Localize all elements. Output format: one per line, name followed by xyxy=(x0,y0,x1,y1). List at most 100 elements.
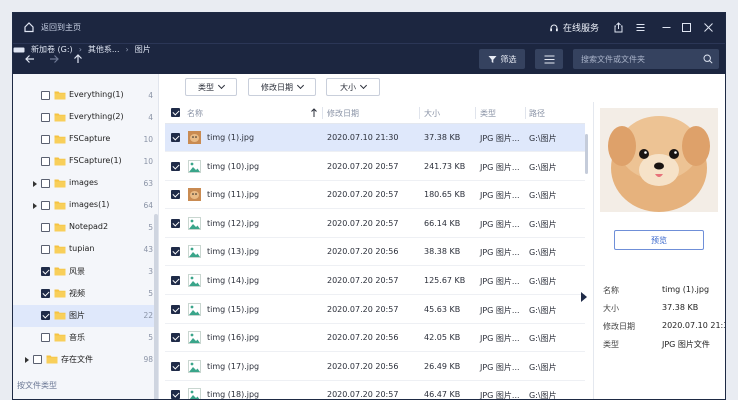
sidebar-item[interactable]: images(1) 64 xyxy=(13,195,158,217)
sort-ascending-icon[interactable] xyxy=(310,108,318,118)
folder-checkbox[interactable] xyxy=(41,113,50,122)
file-size: 42.05 KB xyxy=(424,333,461,343)
sidebar-item[interactable]: FSCapture(1) 10 xyxy=(13,151,158,173)
preview-panel: 预览 名称 timg (1).jpg 大小 37.38 KB 修改日期 2020.07.1… xyxy=(593,102,725,399)
sidebar-item[interactable]: 视频 5 xyxy=(13,283,158,305)
forward-button[interactable] xyxy=(47,52,61,66)
column-header-date[interactable]: 修改日期 xyxy=(327,108,359,119)
table-row[interactable]: timg (1).jpg 2020.07.10 21:30 37.38 KB JPG … xyxy=(165,124,585,152)
filter-button[interactable]: 筛选 xyxy=(479,49,525,69)
file-size: 45.63 KB xyxy=(424,304,461,314)
close-button[interactable] xyxy=(701,20,715,34)
maximize-button[interactable] xyxy=(679,20,693,34)
size-filter-dropdown[interactable]: 大小 xyxy=(326,78,380,96)
file-name: timg (18).jpg xyxy=(207,390,260,400)
row-checkbox[interactable] xyxy=(171,390,180,399)
table-row[interactable]: timg (13).jpg 2020.07.20 20:56 38.38 KB JPG… xyxy=(165,238,585,267)
folder-checkbox[interactable] xyxy=(41,179,50,188)
date-filter-dropdown[interactable]: 修改日期 xyxy=(248,78,316,96)
sidebar-item[interactable]: 风景 3 xyxy=(13,261,158,283)
sidebar-item[interactable]: 图片 22 xyxy=(13,305,158,327)
sidebar-scrollbar[interactable] xyxy=(154,214,158,399)
online-service-button[interactable]: 在线服务 xyxy=(549,21,599,34)
folder-checkbox[interactable] xyxy=(41,91,50,100)
search-icon[interactable] xyxy=(703,54,713,64)
sidebar-item-label: 音乐 xyxy=(69,333,85,342)
sidebar-item[interactable]: Everything(2) 4 xyxy=(13,107,158,129)
expand-caret-icon[interactable] xyxy=(25,357,29,363)
table-row[interactable]: timg (12).jpg 2020.07.20 20:57 66.14 KB JPG… xyxy=(165,210,585,238)
table-row[interactable]: timg (17).jpg 2020.07.20 20:56 26.49 KB JPG… xyxy=(165,353,585,381)
back-button[interactable] xyxy=(23,52,37,66)
back-to-home-link[interactable]: 返回到主页 xyxy=(41,22,81,33)
file-path: G:\图片 xyxy=(529,219,557,229)
file-size: 38.38 KB xyxy=(424,247,461,257)
column-header-path[interactable]: 路径 xyxy=(529,108,545,119)
sidebar-item[interactable]: 音乐 5 xyxy=(13,327,158,349)
file-path: G:\图片 xyxy=(529,191,557,201)
arrow-right-icon xyxy=(50,55,59,63)
sidebar-type-item-pictures[interactable]: 图片262 xyxy=(13,394,158,399)
up-button[interactable] xyxy=(71,52,85,66)
file-path: G:\图片 xyxy=(529,334,557,344)
type-filter-dropdown[interactable]: 类型 xyxy=(185,78,237,96)
search-input[interactable] xyxy=(573,49,719,69)
row-checkbox[interactable] xyxy=(171,133,180,142)
expand-caret-icon[interactable] xyxy=(33,181,37,187)
menu-button[interactable] xyxy=(633,20,647,34)
table-row[interactable]: timg (14).jpg 2020.07.20 20:57 125.67 KB JP… xyxy=(165,267,585,295)
home-icon[interactable] xyxy=(23,21,35,33)
preview-button[interactable]: 预览 xyxy=(614,230,704,250)
breadcrumb-item-pictures[interactable]: 图片 xyxy=(135,44,151,55)
row-checkbox[interactable] xyxy=(171,333,180,343)
expand-caret-icon[interactable] xyxy=(33,203,37,209)
table-row[interactable]: timg (10).jpg 2020.07.20 20:57 241.73 KB JP… xyxy=(165,153,585,181)
folder-checkbox[interactable] xyxy=(41,333,50,342)
table-row[interactable]: timg (16).jpg 2020.07.20 20:56 42.05 KB JPG… xyxy=(165,324,585,353)
table-row[interactable]: timg (11).jpg 2020.07.20 20:57 180.65 KB JP… xyxy=(165,181,585,210)
folder-checkbox[interactable] xyxy=(41,223,50,232)
folder-checkbox[interactable] xyxy=(41,201,50,210)
file-table: 名称 修改日期 大小 类型 路径 timg (1).jpg 2020.07.10 … xyxy=(159,102,589,400)
folder-checkbox[interactable] xyxy=(41,135,50,144)
row-checkbox[interactable] xyxy=(171,247,180,257)
sidebar-item[interactable]: images 63 xyxy=(13,173,158,195)
file-type: JPG 图片... xyxy=(480,362,520,372)
row-checkbox[interactable] xyxy=(171,276,180,285)
photo-thumbnail xyxy=(188,188,201,202)
folder-checkbox[interactable] xyxy=(41,245,50,254)
filter-label: 筛选 xyxy=(500,54,517,64)
row-checkbox[interactable] xyxy=(171,304,180,314)
collapse-preview-icon[interactable] xyxy=(581,292,587,302)
folder-checkbox[interactable] xyxy=(41,267,50,276)
folder-checkbox[interactable] xyxy=(41,157,50,166)
image-file-icon xyxy=(188,331,201,345)
sidebar-item[interactable]: Notepad2 5 xyxy=(13,217,158,239)
sidebar-item[interactable]: Everything(1) 4 xyxy=(13,85,158,107)
table-row[interactable]: timg (18).jpg 2020.07.20 20:57 46.47 KB JPG… xyxy=(165,381,585,400)
select-all-checkbox[interactable] xyxy=(171,108,180,117)
sidebar-item[interactable]: 存在文件 98 xyxy=(13,349,158,371)
sidebar-item[interactable]: tupian 43 xyxy=(13,239,158,261)
folder-checkbox[interactable] xyxy=(41,289,50,298)
table-row[interactable]: timg (15).jpg 2020.07.20 20:57 45.63 KB JPG… xyxy=(165,296,585,324)
sidebar-item-label: 图片 xyxy=(69,311,85,320)
column-header-size[interactable]: 大小 xyxy=(424,108,440,119)
breadcrumb-item-other[interactable]: 其他系... xyxy=(88,44,120,55)
file-date: 2020.07.20 20:57 xyxy=(327,276,399,285)
folder-checkbox[interactable] xyxy=(41,311,50,320)
column-header-type[interactable]: 类型 xyxy=(480,108,496,119)
row-checkbox[interactable] xyxy=(171,161,180,171)
view-mode-button[interactable] xyxy=(535,49,563,69)
column-header-name[interactable]: 名称 xyxy=(187,108,203,119)
row-checkbox[interactable] xyxy=(171,361,180,371)
row-checkbox[interactable] xyxy=(171,218,180,228)
folder-checkbox[interactable] xyxy=(33,355,42,364)
sidebar-item[interactable]: FSCapture 10 xyxy=(13,129,158,151)
share-button[interactable] xyxy=(611,20,625,34)
minimize-button[interactable] xyxy=(659,20,673,34)
row-checkbox[interactable] xyxy=(171,190,180,200)
column-separator xyxy=(322,107,323,119)
table-scrollbar[interactable] xyxy=(585,134,588,174)
file-date: 2020.07.20 20:57 xyxy=(327,304,399,314)
